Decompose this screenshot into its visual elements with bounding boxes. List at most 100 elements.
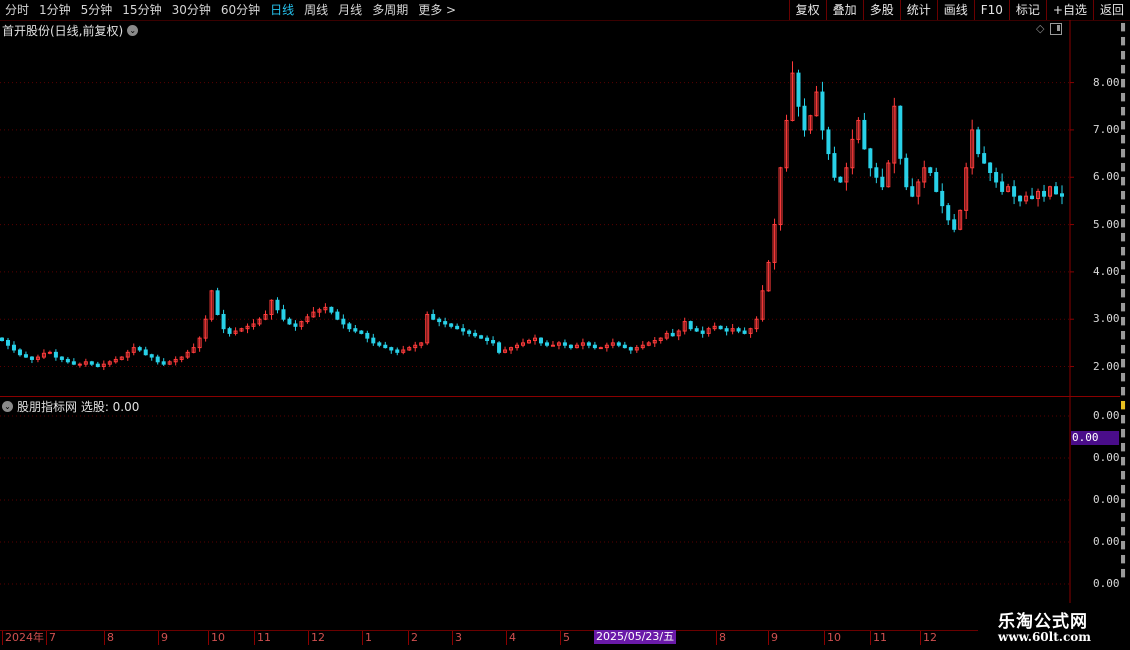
clipped-info-glyph: ▮ [1120, 566, 1127, 579]
indicator-title: 股朋指标网 选股: 0.00 [17, 400, 140, 414]
clipped-info-glyph: ▮ [1120, 132, 1127, 145]
candle-body [694, 328, 699, 332]
clipped-info-glyph: ▮ [1120, 300, 1127, 313]
candle-body [550, 344, 555, 347]
clipped-info-glyph: ▮ [1120, 244, 1127, 257]
clipped-info-glyph: ▮ [1120, 118, 1127, 131]
date-tick-label: 1 [362, 631, 372, 645]
clipped-info-glyph: ▮ [1120, 146, 1127, 159]
candle-body [868, 148, 873, 169]
candle-body [796, 72, 801, 107]
candle-body [586, 342, 591, 346]
date-tick-label: 12 [308, 631, 325, 645]
candle-body [904, 157, 909, 188]
clipped-info-glyph: ▮ [1120, 384, 1127, 397]
candle-body [670, 332, 675, 337]
candle-body [281, 309, 286, 320]
candle-body [371, 337, 376, 344]
candle-body [149, 354, 154, 358]
candle-body [874, 167, 879, 178]
candle-body [1000, 181, 1005, 192]
date-tick-label: 10 [824, 631, 841, 645]
clipped-info-glyph: ▮ [1120, 62, 1127, 75]
clipped-info-glyph: ▮ [1120, 552, 1127, 565]
indicator-title-bar: ⌄ 股朋指标网 选股: 0.00 [2, 398, 139, 415]
candle-body [994, 172, 999, 183]
candle-body [59, 356, 64, 360]
candle-body [910, 186, 915, 197]
kline-chart[interactable] [0, 0, 1130, 650]
candle-body [862, 119, 867, 150]
clipped-info-glyph: ▮ [1120, 328, 1127, 341]
candle-body [952, 219, 957, 230]
indicator-tick-label: 0.00 [1093, 493, 1120, 506]
candle-body [359, 330, 364, 334]
candle-body [293, 323, 298, 327]
clipped-info-glyph: ▮ [1120, 160, 1127, 173]
candle-body [544, 342, 549, 346]
candle-body [832, 153, 837, 178]
date-cursor-label: 2025/05/23/五 [594, 630, 677, 644]
date-tick-label: 4 [506, 631, 516, 645]
price-tick-label: 5.00 [1093, 217, 1120, 231]
price-tick-label: 2.00 [1093, 359, 1120, 373]
date-tick-label: 5 [560, 631, 570, 645]
clipped-info-glyph: ▮ [1120, 496, 1127, 509]
clipped-info-glyph: ▮ [1120, 174, 1127, 187]
candle-body [155, 356, 160, 363]
candle-body [628, 347, 633, 351]
indicator-tick-label: 0.00 [1093, 535, 1120, 548]
candle-body [389, 347, 394, 351]
clipped-info-glyph: ▮ [1120, 48, 1127, 61]
indicator-current-value: 0.00 [1071, 431, 1119, 445]
date-tick-label: 12 [920, 631, 937, 645]
candle-body [221, 313, 226, 330]
candle-body [341, 318, 346, 325]
clipped-info-glyph: ▮ [1120, 468, 1127, 481]
indicator-tick-label: 0.00 [1093, 409, 1120, 422]
clipped-info-glyph: ▮ [1120, 230, 1127, 243]
indicator-tick-label: 0.00 [1093, 577, 1120, 590]
clipped-info-glyph: ▮ [1120, 538, 1127, 551]
candle-body [5, 340, 10, 346]
candle-body [275, 299, 280, 311]
clipped-info-glyph: ▮ [1120, 90, 1127, 103]
clipped-info-glyph: ▮ [1120, 216, 1127, 229]
clipped-info-glyph: ▮ [1120, 202, 1127, 215]
candle-body [143, 349, 148, 356]
candle-body [940, 190, 945, 207]
clipped-info-glyph: ▮ [1120, 398, 1127, 411]
clipped-info-glyph: ▮ [1120, 454, 1127, 467]
candle-body [455, 325, 460, 330]
clipped-info-glyph: ▮ [1120, 314, 1127, 327]
candle-body [724, 328, 729, 332]
date-tick-label: 3 [452, 631, 462, 645]
chevron-down-icon[interactable]: ⌄ [2, 401, 13, 412]
price-tick-label: 7.00 [1093, 122, 1120, 136]
candle-body [982, 153, 987, 164]
candle-body [77, 363, 82, 366]
clipped-info-glyph: ▮ [1120, 76, 1127, 89]
clipped-info-glyph: ▮ [1120, 524, 1127, 537]
candle-body [736, 328, 741, 332]
candle-body [23, 354, 28, 358]
candle-body [742, 330, 747, 334]
clipped-info-glyph: ▮ [1120, 412, 1127, 425]
clipped-info-glyph: ▮ [1120, 342, 1127, 355]
candle-body [449, 323, 454, 327]
candle-body [65, 358, 70, 363]
candle-body [485, 337, 490, 342]
candle-body [137, 347, 142, 351]
candle-body [1054, 186, 1059, 195]
clipped-info-glyph: ▮ [1120, 258, 1127, 271]
candle-body [47, 351, 52, 354]
candle-body [377, 342, 382, 346]
candle-body [443, 321, 448, 325]
candle-body [880, 176, 885, 188]
watermark-url: www.60lt.com [998, 630, 1091, 644]
date-tick-label: 9 [158, 631, 168, 645]
candle-body [473, 332, 478, 337]
clipped-info-glyph: ▮ [1120, 426, 1127, 439]
candle-body [329, 306, 334, 313]
candle-body [497, 342, 502, 353]
